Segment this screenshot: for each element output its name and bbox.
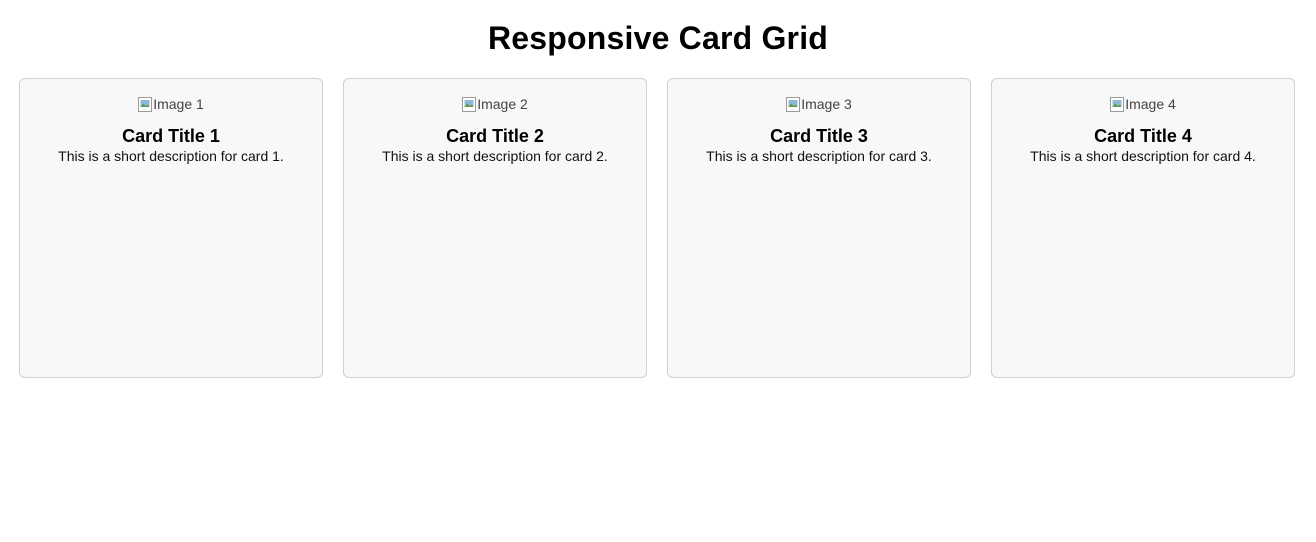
card-image: Image 4 [1110, 94, 1176, 114]
card-image-alt-text: Image 4 [1125, 96, 1176, 112]
broken-image-icon [786, 96, 801, 112]
card: Image 3 Card Title 3 This is a short des… [667, 78, 971, 378]
card-description: This is a short description for card 2. [382, 147, 608, 164]
card-image: Image 3 [786, 94, 852, 114]
card-description: This is a short description for card 3. [706, 147, 932, 164]
card-image: Image 2 [462, 94, 528, 114]
broken-image-icon [138, 96, 153, 112]
card-image-alt-text: Image 2 [477, 96, 528, 112]
card: Image 1 Card Title 1 This is a short des… [19, 78, 323, 378]
broken-image-icon [1110, 96, 1125, 112]
card-title: Card Title 4 [1094, 125, 1192, 146]
card-title: Card Title 2 [446, 125, 544, 146]
card-grid: Image 1 Card Title 1 This is a short des… [19, 78, 1297, 378]
card-image: Image 1 [138, 94, 204, 114]
card: Image 4 Card Title 4 This is a short des… [991, 78, 1295, 378]
page-title: Responsive Card Grid [487, 20, 829, 56]
card: Image 2 Card Title 2 This is a short des… [343, 78, 647, 378]
card-image-alt-text: Image 1 [153, 96, 204, 112]
broken-image-icon [462, 96, 477, 112]
card-description: This is a short description for card 1. [58, 147, 284, 164]
card-title: Card Title 1 [122, 125, 220, 146]
card-image-alt-text: Image 3 [801, 96, 852, 112]
card-title: Card Title 3 [770, 125, 868, 146]
page: Responsive Card Grid Image 1 Card Title … [0, 0, 1316, 542]
card-description: This is a short description for card 4. [1030, 147, 1256, 164]
